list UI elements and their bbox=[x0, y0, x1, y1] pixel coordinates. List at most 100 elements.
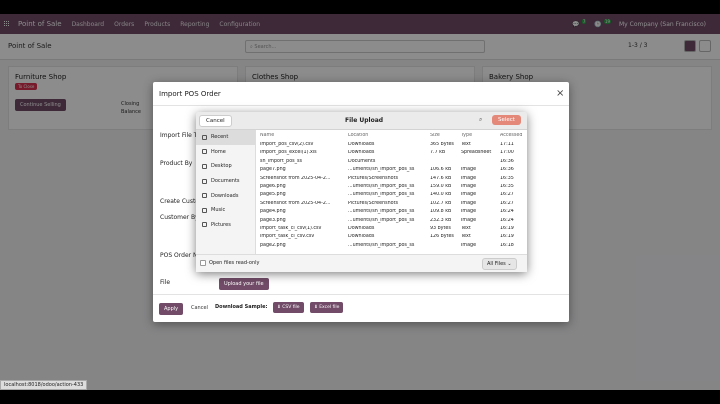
file-location: ...uments/sh_import_pos_ss bbox=[348, 167, 415, 173]
place-downloads[interactable]: Downloads bbox=[196, 188, 255, 203]
file-name: page3.png bbox=[260, 217, 286, 223]
file-accessed: 16:27 bbox=[500, 200, 514, 206]
file-select-button[interactable]: Select bbox=[492, 115, 521, 125]
column-accessed[interactable]: Accessed bbox=[500, 133, 522, 138]
file-name: import_task_cl_csv.csv bbox=[260, 234, 315, 240]
file-size: 365 bytes bbox=[430, 142, 454, 147]
file-accessed: 16:24 bbox=[500, 209, 514, 215]
file-size: 126 bytes bbox=[430, 234, 454, 240]
file-name: import_pos_csv(2).csv bbox=[260, 142, 314, 147]
file-name: page2.png bbox=[260, 242, 286, 248]
file-size: 109.8 kB bbox=[430, 209, 452, 215]
read-only-label: Open files read-only bbox=[209, 260, 260, 266]
clock-icon bbox=[202, 134, 207, 140]
file-row[interactable]: page2.png ...uments/sh_import_pos_ss Image… bbox=[256, 243, 527, 251]
file-accessed: 16:19 bbox=[500, 234, 514, 240]
file-location: ...uments/sh_import_pos_ss bbox=[348, 183, 415, 189]
file-name: sh_import_pos_ss bbox=[260, 158, 303, 164]
file-accessed: 16:24 bbox=[500, 217, 514, 223]
file-name: Screenshot from 2025-04-2... bbox=[260, 200, 331, 206]
column-location[interactable]: Location bbox=[348, 133, 368, 138]
file-name: page4.png bbox=[260, 209, 286, 215]
file-location: Documents bbox=[348, 158, 376, 164]
file-cancel-button[interactable]: Cancel bbox=[199, 115, 232, 127]
place-home[interactable]: Home bbox=[196, 145, 255, 160]
dialog-title: Import POS Order bbox=[159, 90, 221, 98]
upload-file-button[interactable]: Upload your file bbox=[219, 278, 269, 290]
search-icon[interactable]: ⌕ bbox=[479, 116, 482, 124]
file-accessed: 16:19 bbox=[500, 225, 514, 231]
place-label: Desktop bbox=[211, 163, 232, 170]
document-icon bbox=[202, 178, 207, 184]
file-type: Image bbox=[461, 183, 477, 189]
place-recent[interactable]: Recent bbox=[196, 130, 255, 145]
desktop-icon bbox=[202, 163, 207, 169]
column-type[interactable]: Type bbox=[461, 133, 472, 138]
file-size: 93 bytes bbox=[430, 225, 451, 231]
file-row[interactable]: Screenshot from 2025-04-2... Pictures/Scr… bbox=[256, 201, 527, 209]
file-row[interactable]: page3.png ...uments/sh_import_pos_ss 232.3… bbox=[256, 218, 527, 226]
file-size: 159.0 kB bbox=[430, 183, 452, 189]
home-icon bbox=[202, 149, 207, 155]
file-type: Image bbox=[461, 192, 477, 198]
place-label: Home bbox=[211, 148, 226, 155]
file-accessed: 16:27 bbox=[500, 192, 514, 198]
chevron-down-icon: ⌄ bbox=[507, 261, 512, 267]
dialog-header: Import POS Order × bbox=[153, 82, 569, 106]
file-type: Text bbox=[461, 234, 471, 240]
file-upload-dialog: Cancel File Upload ⌕ Select Recent Home … bbox=[196, 112, 527, 272]
file-row[interactable]: page6.png ...uments/sh_import_pos_ss 159.0… bbox=[256, 184, 527, 192]
file-list-header: Name Location Size Type Accessed bbox=[256, 130, 527, 142]
place-pictures[interactable]: Pictures bbox=[196, 218, 255, 233]
checkbox[interactable] bbox=[200, 260, 206, 266]
file-name: import_task_cl_csv(1).csv bbox=[260, 225, 322, 231]
import-file-type-label: Import File T bbox=[160, 132, 198, 139]
create-customer-label: Create Custo bbox=[160, 198, 199, 205]
dialog-footer: Apply Cancel Download Sample: ⬇ CSV file… bbox=[153, 294, 569, 322]
read-only-toggle[interactable]: Open files read-only bbox=[200, 260, 260, 266]
file-row[interactable]: import_pos_csv(2).csv Downloads 365 bytes T… bbox=[256, 142, 527, 150]
file-location: Pictures/Screenshots bbox=[348, 175, 398, 181]
file-size: 232.3 kB bbox=[430, 217, 452, 223]
file-accessed: 16:18 bbox=[500, 242, 514, 248]
file-name: page7.png bbox=[260, 167, 286, 173]
file-type: Text bbox=[461, 142, 471, 147]
place-desktop[interactable]: Desktop bbox=[196, 159, 255, 174]
file-name: page6.png bbox=[260, 183, 286, 189]
file-row[interactable]: Screenshot from 2025-04-2... Pictures/Scr… bbox=[256, 176, 527, 184]
file-row[interactable]: page4.png ...uments/sh_import_pos_ss 109.8… bbox=[256, 209, 527, 217]
file-accessed: 17:11 bbox=[500, 142, 514, 147]
apply-button[interactable]: Apply bbox=[159, 303, 184, 315]
column-size[interactable]: Size bbox=[430, 133, 440, 138]
file-row[interactable]: import_pos_excel(1).xls Downloads 7.7 kB Sp… bbox=[256, 150, 527, 158]
file-size: 140.0 kB bbox=[430, 192, 452, 198]
customer-by-label: Customer By bbox=[160, 214, 199, 221]
file-type: Image bbox=[461, 209, 477, 215]
file-type: Image bbox=[461, 242, 477, 248]
csv-file-button[interactable]: ⬇ CSV file bbox=[273, 302, 304, 313]
status-bar-url: localhost:8018/odoo/action-433 bbox=[0, 380, 88, 390]
csv-file-label: CSV file bbox=[282, 305, 300, 310]
file-type: Spreadsheet bbox=[461, 150, 492, 156]
file-row[interactable]: page7.png ...uments/sh_import_pos_ss 106.6… bbox=[256, 167, 527, 175]
cancel-button[interactable]: Cancel bbox=[191, 305, 208, 311]
app-frame: Point of Sale Dashboard Orders Products … bbox=[0, 14, 720, 390]
file-row[interactable]: import_task_cl_csv.csv Downloads 126 bytes… bbox=[256, 234, 527, 242]
column-name[interactable]: Name bbox=[260, 133, 274, 138]
place-music[interactable]: Music bbox=[196, 203, 255, 218]
file-name: import_pos_excel(1).xls bbox=[260, 150, 317, 156]
excel-file-button[interactable]: ⬇ Excel file bbox=[310, 302, 344, 313]
file-row[interactable]: page5.png ...uments/sh_import_pos_ss 140.0… bbox=[256, 192, 527, 200]
file-location: ...uments/sh_import_pos_ss bbox=[348, 217, 415, 223]
place-label: Pictures bbox=[211, 221, 231, 228]
file-row[interactable]: sh_import_pos_ss Documents 16:36 bbox=[256, 159, 527, 167]
close-icon[interactable]: × bbox=[556, 88, 564, 99]
file-size: 147.6 kB bbox=[430, 175, 452, 181]
place-documents[interactable]: Documents bbox=[196, 174, 255, 189]
product-by-label: Product By bbox=[160, 160, 193, 167]
file-location: Downloads bbox=[348, 225, 375, 231]
file-filter-select[interactable]: All Files ⌄ bbox=[482, 258, 517, 270]
file-row[interactable]: import_task_cl_csv(1).csv Downloads 93 byt… bbox=[256, 226, 527, 234]
file-size: 7.7 kB bbox=[430, 150, 446, 156]
music-icon bbox=[202, 207, 207, 213]
